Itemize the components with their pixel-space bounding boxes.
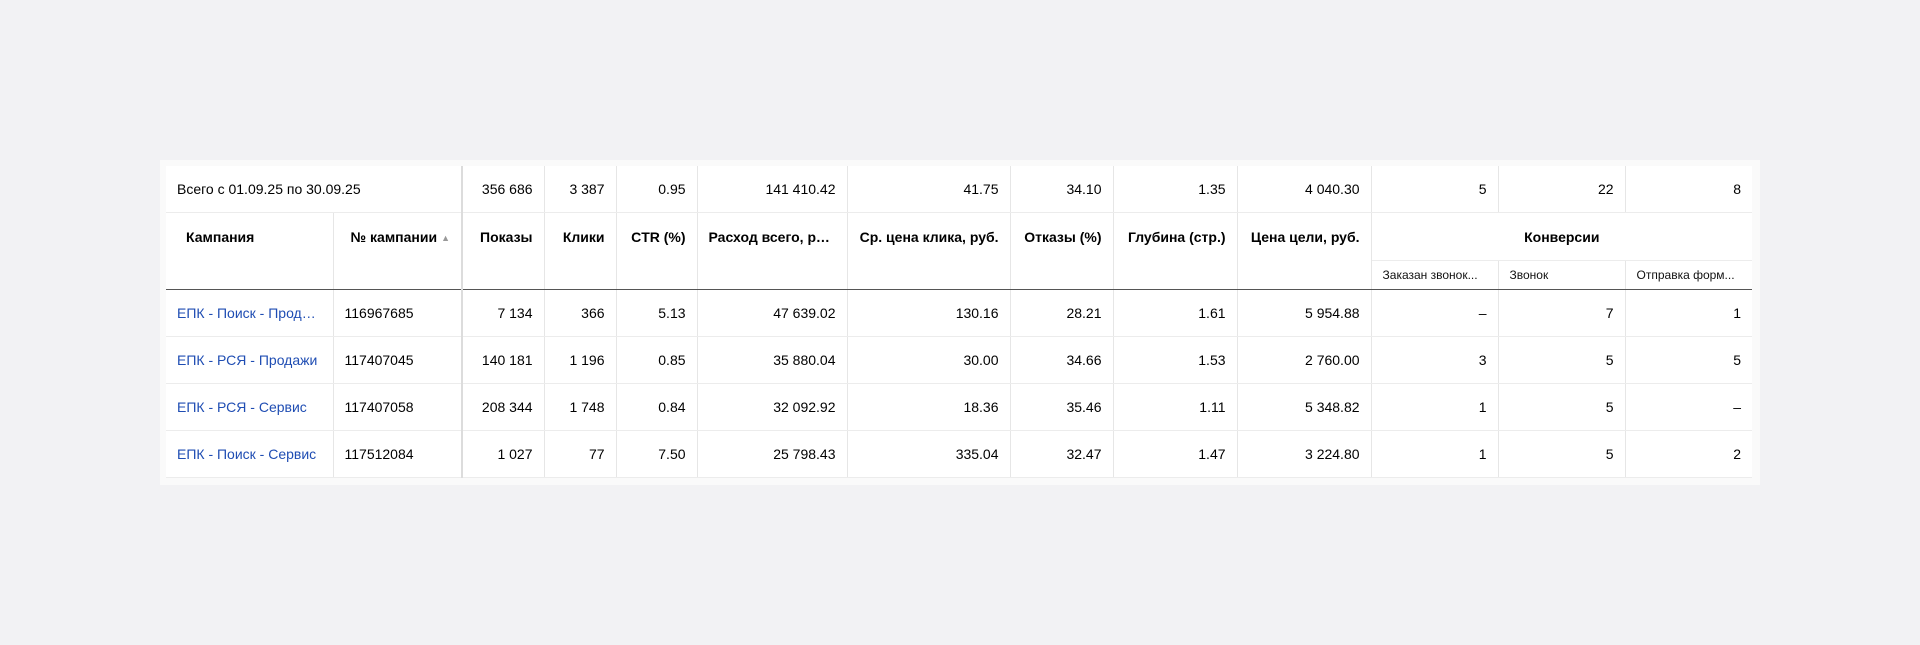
- cell-cpc: 335.04: [847, 430, 1011, 478]
- cell-ctr: 5.13: [616, 289, 698, 337]
- campaign-link[interactable]: ЕПК - Поиск - Продажи: [166, 289, 334, 337]
- totals-goal-price: 4 040.30: [1237, 166, 1372, 213]
- cell-goal-price: 2 760.00: [1237, 336, 1372, 384]
- table-row: ЕПК - РСЯ - Продажи 117407045 140 181 1 …: [166, 336, 1753, 384]
- cell-goal-price: 5 348.82: [1237, 383, 1372, 431]
- cell-shows: 140 181: [462, 336, 545, 384]
- cell-clicks: 77: [544, 430, 617, 478]
- cell-conv-call: 7: [1498, 289, 1626, 337]
- cell-conv-form: 1: [1625, 289, 1753, 337]
- campaign-id: 117512084: [333, 430, 464, 478]
- campaign-link[interactable]: ЕПК - РСЯ - Продажи: [166, 336, 334, 384]
- campaign-id: 117407045: [333, 336, 464, 384]
- col-header-conv-call[interactable]: Звонок: [1498, 260, 1626, 290]
- totals-clicks: 3 387: [544, 166, 617, 213]
- totals-spend: 141 410.42: [697, 166, 848, 213]
- cell-clicks: 366: [544, 289, 617, 337]
- cell-conv-call-ordered: –: [1371, 289, 1499, 337]
- cell-ctr: 0.85: [616, 336, 698, 384]
- totals-cpc: 41.75: [847, 166, 1011, 213]
- totals-conv-form: 8: [1625, 166, 1753, 213]
- col-header-cpc[interactable]: Ср. цена клика, руб.: [847, 212, 1011, 290]
- cell-conv-call: 5: [1498, 430, 1626, 478]
- totals-ctr: 0.95: [616, 166, 698, 213]
- header-row: Кампания № кампании ▲ Показы Клики CTR (%…: [166, 212, 1753, 290]
- cell-clicks: 1 748: [544, 383, 617, 431]
- cell-clicks: 1 196: [544, 336, 617, 384]
- campaign-link[interactable]: ЕПК - Поиск - Сервис: [166, 430, 334, 478]
- col-header-depth[interactable]: Глубина (стр.): [1113, 212, 1238, 290]
- col-header-campaign-id[interactable]: № кампании ▲: [333, 212, 464, 290]
- cell-goal-price: 5 954.88: [1237, 289, 1372, 337]
- totals-row: Всего с 01.09.25 по 30.09.25 356 686 3 3…: [166, 166, 1753, 213]
- col-header-shows[interactable]: Показы: [462, 212, 545, 290]
- campaign-id: 117407058: [333, 383, 464, 431]
- totals-conv-call: 22: [1498, 166, 1626, 213]
- cell-spend: 35 880.04: [697, 336, 848, 384]
- cell-conv-call: 5: [1498, 336, 1626, 384]
- cell-bounce: 28.21: [1010, 289, 1114, 337]
- cell-shows: 1 027: [462, 430, 545, 478]
- col-header-clicks[interactable]: Клики: [544, 212, 617, 290]
- totals-shows: 356 686: [462, 166, 545, 213]
- cell-cpc: 130.16: [847, 289, 1011, 337]
- cell-spend: 47 639.02: [697, 289, 848, 337]
- cell-conv-form: –: [1625, 383, 1753, 431]
- col-header-bounce[interactable]: Отказы (%): [1010, 212, 1114, 290]
- cell-spend: 32 092.92: [697, 383, 848, 431]
- col-header-conv-form[interactable]: Отправка форм...: [1625, 260, 1753, 290]
- cell-conv-form: 5: [1625, 336, 1753, 384]
- col-header-ctr[interactable]: CTR (%): [616, 212, 698, 290]
- cell-bounce: 34.66: [1010, 336, 1114, 384]
- cell-shows: 208 344: [462, 383, 545, 431]
- cell-conv-call-ordered: 3: [1371, 336, 1499, 384]
- cell-ctr: 7.50: [616, 430, 698, 478]
- cell-bounce: 32.47: [1010, 430, 1114, 478]
- cell-depth: 1.47: [1113, 430, 1238, 478]
- totals-bounce: 34.10: [1010, 166, 1114, 213]
- cell-conv-call: 5: [1498, 383, 1626, 431]
- cell-spend: 25 798.43: [697, 430, 848, 478]
- col-header-conversions: Конверсии: [1371, 212, 1753, 261]
- table-row: ЕПК - РСЯ - Сервис 117407058 208 344 1 7…: [166, 383, 1753, 431]
- totals-conv-call-ordered: 5: [1371, 166, 1499, 213]
- triangle-up-icon: ▲: [441, 233, 451, 243]
- col-header-campaign-id-label: № кампании: [350, 229, 438, 245]
- campaign-id: 116967685: [333, 289, 464, 337]
- campaign-stats-table: Всего с 01.09.25 по 30.09.25 356 686 3 3…: [166, 166, 1753, 478]
- table-row: ЕПК - Поиск - Сервис 117512084 1 027 77 …: [166, 430, 1753, 478]
- col-header-goal-price[interactable]: Цена цели, руб.: [1237, 212, 1372, 290]
- cell-depth: 1.61: [1113, 289, 1238, 337]
- col-header-campaign[interactable]: Кампания: [166, 212, 334, 290]
- report-card: Всего с 01.09.25 по 30.09.25 356 686 3 3…: [160, 160, 1760, 485]
- cell-shows: 7 134: [462, 289, 545, 337]
- cell-conv-form: 2: [1625, 430, 1753, 478]
- cell-depth: 1.53: [1113, 336, 1238, 384]
- table-row: ЕПК - Поиск - Продажи 116967685 7 134 36…: [166, 289, 1753, 337]
- campaign-link[interactable]: ЕПК - РСЯ - Сервис: [166, 383, 334, 431]
- cell-cpc: 18.36: [847, 383, 1011, 431]
- cell-conv-call-ordered: 1: [1371, 430, 1499, 478]
- cell-conv-call-ordered: 1: [1371, 383, 1499, 431]
- col-header-spend[interactable]: Расход всего, руб.: [697, 212, 848, 290]
- totals-depth: 1.35: [1113, 166, 1238, 213]
- cell-goal-price: 3 224.80: [1237, 430, 1372, 478]
- cell-ctr: 0.84: [616, 383, 698, 431]
- col-header-conv-call-ordered[interactable]: Заказан звонок...: [1371, 260, 1499, 290]
- totals-label: Всего с 01.09.25 по 30.09.25: [166, 166, 464, 213]
- cell-depth: 1.11: [1113, 383, 1238, 431]
- cell-bounce: 35.46: [1010, 383, 1114, 431]
- cell-cpc: 30.00: [847, 336, 1011, 384]
